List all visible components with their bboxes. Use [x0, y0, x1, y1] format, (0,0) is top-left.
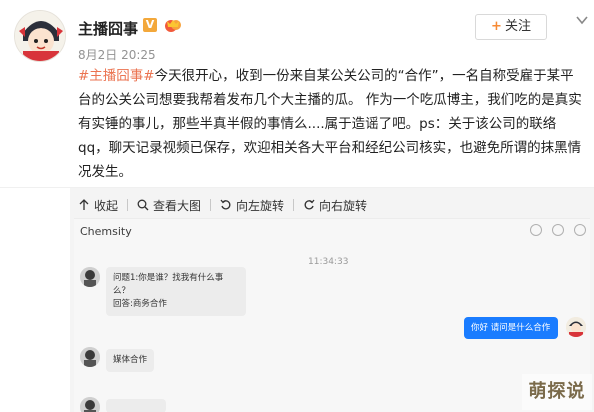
rotate-right-icon: [304, 199, 315, 210]
rotate-right-button[interactable]: 向右旋转: [303, 188, 367, 222]
user-avatar[interactable]: [14, 10, 66, 62]
collapse-label: 收起: [94, 198, 119, 213]
contact-avatar: [80, 347, 100, 367]
rotate-left-label: 向左旋转: [236, 198, 285, 213]
user-name[interactable]: 主播囧事: [78, 18, 138, 39]
collapse-button[interactable]: 收起: [78, 188, 118, 222]
window-controls: [520, 224, 586, 236]
rotate-left-button[interactable]: 向左旋转: [220, 188, 284, 222]
post-text: #主播囧事#今天很开心，收到一份来自某公关公司的“合作”，一名自称受雇于某平台的…: [78, 64, 584, 184]
chat-message-right: 你好 请问是什么合作: [464, 317, 558, 339]
chat-message-left: 问题1:你是谁？找我有什么事么？ 回答:商务合作: [106, 267, 246, 316]
contact-avatar-icon: [80, 397, 100, 412]
post-body: 今天很开心，收到一份来自某公关公司的“合作”，一名自称受雇于某平台的公关公司想要…: [78, 68, 582, 180]
magnifier-icon: [137, 199, 149, 211]
watermark: 萌探说: [522, 374, 592, 410]
plus-icon: +: [491, 19, 502, 34]
post-time[interactable]: 8月2日 20:25: [78, 46, 156, 63]
chat-timestamp: 11:34:33: [308, 257, 349, 267]
rotate-right-label: 向右旋转: [319, 198, 368, 213]
toolbar-separator: [293, 199, 295, 211]
rotate-left-icon: [220, 199, 231, 210]
image-toolbar: 收起 查看大图 向左旋转 向右旋转: [70, 188, 594, 222]
avatar-cartoon-icon: [15, 11, 65, 61]
view-large-button[interactable]: 查看大图: [137, 188, 201, 222]
contact-avatar-icon: [80, 347, 100, 367]
view-large-label: 查看大图: [153, 198, 202, 213]
self-avatar: [566, 317, 586, 337]
verified-badge-icon: V: [143, 18, 157, 32]
contact-avatar: [80, 397, 100, 412]
arrow-up-icon: [79, 199, 89, 210]
chevron-down-icon[interactable]: [575, 13, 589, 27]
follow-label: 关注: [504, 19, 531, 34]
window-control-icon: [552, 224, 564, 236]
chat-message-partial: [106, 399, 166, 412]
self-avatar-icon: [566, 317, 586, 337]
window-control-icon: [574, 224, 586, 236]
toolbar-separator: [210, 199, 212, 211]
window-control-icon: [530, 224, 542, 236]
hashtag-link[interactable]: #主播囧事#: [78, 68, 155, 84]
image-panel: 收起 查看大图 向左旋转 向右旋转 Chemsity 11:34:33 问题1:…: [70, 188, 594, 412]
chat-screenshot[interactable]: Chemsity 11:34:33 问题1:你是谁？找我有什么事么？ 回答:商务…: [74, 218, 590, 412]
contact-avatar-icon: [80, 267, 100, 287]
follow-button[interactable]: + 关注: [475, 14, 547, 40]
chat-message-left: 媒体合作: [106, 349, 155, 372]
contact-avatar: [80, 267, 100, 287]
crown-icon[interactable]: [163, 17, 183, 33]
toolbar-separator: [127, 199, 129, 211]
post-header: 主播囧事 V 8月2日 20:25 + 关注: [0, 0, 594, 70]
chat-title: Chemsity: [80, 225, 132, 238]
